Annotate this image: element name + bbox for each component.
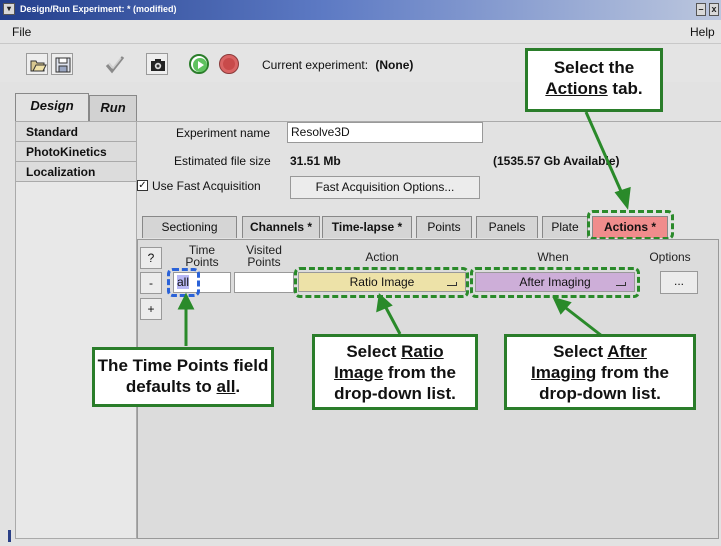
callout-ratio-keyword2: Image xyxy=(334,363,384,382)
callout-ratio-line3: drop-down list. xyxy=(334,384,456,403)
callout-time-line1: The Time Points field xyxy=(97,356,269,375)
arrow-to-when-dropdown xyxy=(561,303,603,338)
arrow-head xyxy=(376,293,393,313)
callout-after-keyword2: Imaging xyxy=(531,363,597,382)
arrow-head xyxy=(614,186,631,210)
callout-ratio-line2: from the xyxy=(383,363,456,382)
callout-ratio-keyword1: Ratio xyxy=(401,342,444,361)
arrow-head xyxy=(177,292,195,310)
arrow-to-actions-tab xyxy=(584,111,626,199)
callout-ratio-image: Select Ratio Image from the drop-down li… xyxy=(312,334,478,410)
callout-after-line3: drop-down list. xyxy=(539,384,661,403)
callout-time-keyword: all xyxy=(216,377,236,396)
callout-actions-tab: Select the Actions tab. xyxy=(525,48,663,112)
callout-actions-keyword: Actions xyxy=(545,79,608,98)
left-edge-strip xyxy=(8,530,11,542)
arrow-to-action-dropdown xyxy=(382,303,402,335)
callout-time-line2: defaults to xyxy=(125,377,217,396)
callout-after-line2: from the xyxy=(596,363,669,382)
callout-time-line2-end: . xyxy=(235,377,241,396)
callout-after-keyword1: After xyxy=(607,342,647,361)
callout-actions-line1: Select the xyxy=(553,58,635,77)
callout-after-line1: Select xyxy=(553,342,608,361)
callout-time-points: The Time Points field defaults to all. xyxy=(92,347,274,407)
callout-after-imaging: Select After Imaging from the drop-down … xyxy=(504,334,696,410)
callout-actions-line2: tab. xyxy=(607,79,643,98)
callout-ratio-line1: Select xyxy=(346,342,402,361)
